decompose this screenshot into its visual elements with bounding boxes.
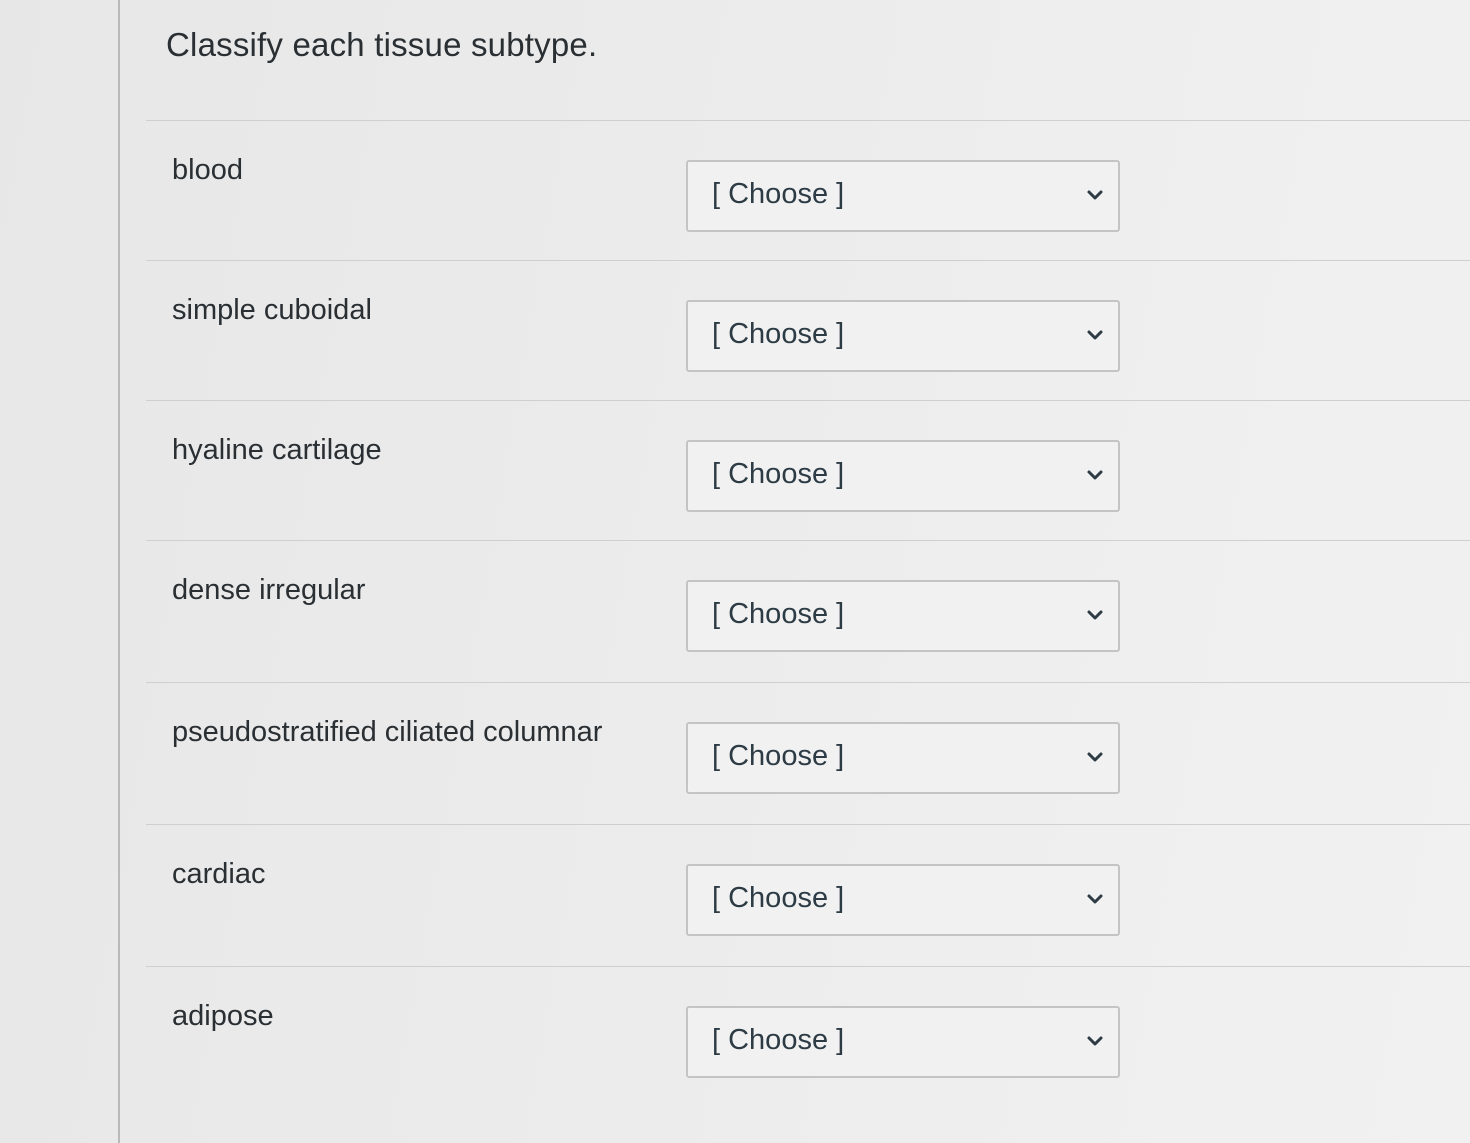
choose-select-blood[interactable]: [ Choose ] <box>686 160 1120 232</box>
answer-row-dense-irregular: dense irregular [ Choose ] <box>146 540 1470 680</box>
chevron-down-icon <box>1087 470 1103 480</box>
row-label: cardiac <box>172 858 266 890</box>
row-divider <box>146 540 1470 541</box>
chevron-down-icon <box>1087 190 1103 200</box>
choose-select-adipose[interactable]: [ Choose ] <box>686 1006 1120 1078</box>
select-value: [ Choose ] <box>712 882 845 914</box>
question-title: Classify each tissue subtype. <box>166 26 598 63</box>
chevron-down-icon <box>1087 752 1103 762</box>
chevron-down-icon <box>1087 330 1103 340</box>
choose-select-pseudostratified-ciliated-columnar[interactable]: [ Choose ] <box>686 722 1120 794</box>
chevron-down-icon <box>1087 610 1103 620</box>
row-divider <box>146 682 1470 683</box>
row-divider <box>146 824 1470 825</box>
select-value: [ Choose ] <box>712 598 845 630</box>
row-divider <box>146 966 1470 967</box>
answer-row-pseudostratified-ciliated-columnar: pseudostratified ciliated columnar [ Cho… <box>146 682 1470 822</box>
row-label: pseudostratified ciliated columnar <box>172 716 603 748</box>
row-label: hyaline cartilage <box>172 434 382 466</box>
answer-row-adipose: adipose [ Choose ] <box>146 966 1470 1106</box>
choose-select-simple-cuboidal[interactable]: [ Choose ] <box>686 300 1120 372</box>
select-value: [ Choose ] <box>712 318 845 350</box>
answer-row-blood: blood [ Choose ] <box>146 120 1470 260</box>
row-divider <box>146 120 1470 121</box>
chevron-down-icon <box>1087 894 1103 904</box>
select-value: [ Choose ] <box>712 1024 845 1056</box>
row-label: blood <box>172 154 243 186</box>
row-divider <box>146 400 1470 401</box>
select-value: [ Choose ] <box>712 178 845 210</box>
choose-select-cardiac[interactable]: [ Choose ] <box>686 864 1120 936</box>
choose-select-dense-irregular[interactable]: [ Choose ] <box>686 580 1120 652</box>
choose-select-hyaline-cartilage[interactable]: [ Choose ] <box>686 440 1120 512</box>
row-divider <box>146 260 1470 261</box>
row-label: simple cuboidal <box>172 294 372 326</box>
chevron-down-icon <box>1087 1036 1103 1046</box>
question-panel: Classify each tissue subtype. blood [ Ch… <box>120 0 1470 1143</box>
answer-row-hyaline-cartilage: hyaline cartilage [ Choose ] <box>146 400 1470 540</box>
row-label: adipose <box>172 1000 274 1032</box>
row-label: dense irregular <box>172 574 366 606</box>
select-value: [ Choose ] <box>712 458 845 490</box>
select-value: [ Choose ] <box>712 740 845 772</box>
answer-row-simple-cuboidal: simple cuboidal [ Choose ] <box>146 260 1470 400</box>
answer-row-cardiac: cardiac [ Choose ] <box>146 824 1470 964</box>
